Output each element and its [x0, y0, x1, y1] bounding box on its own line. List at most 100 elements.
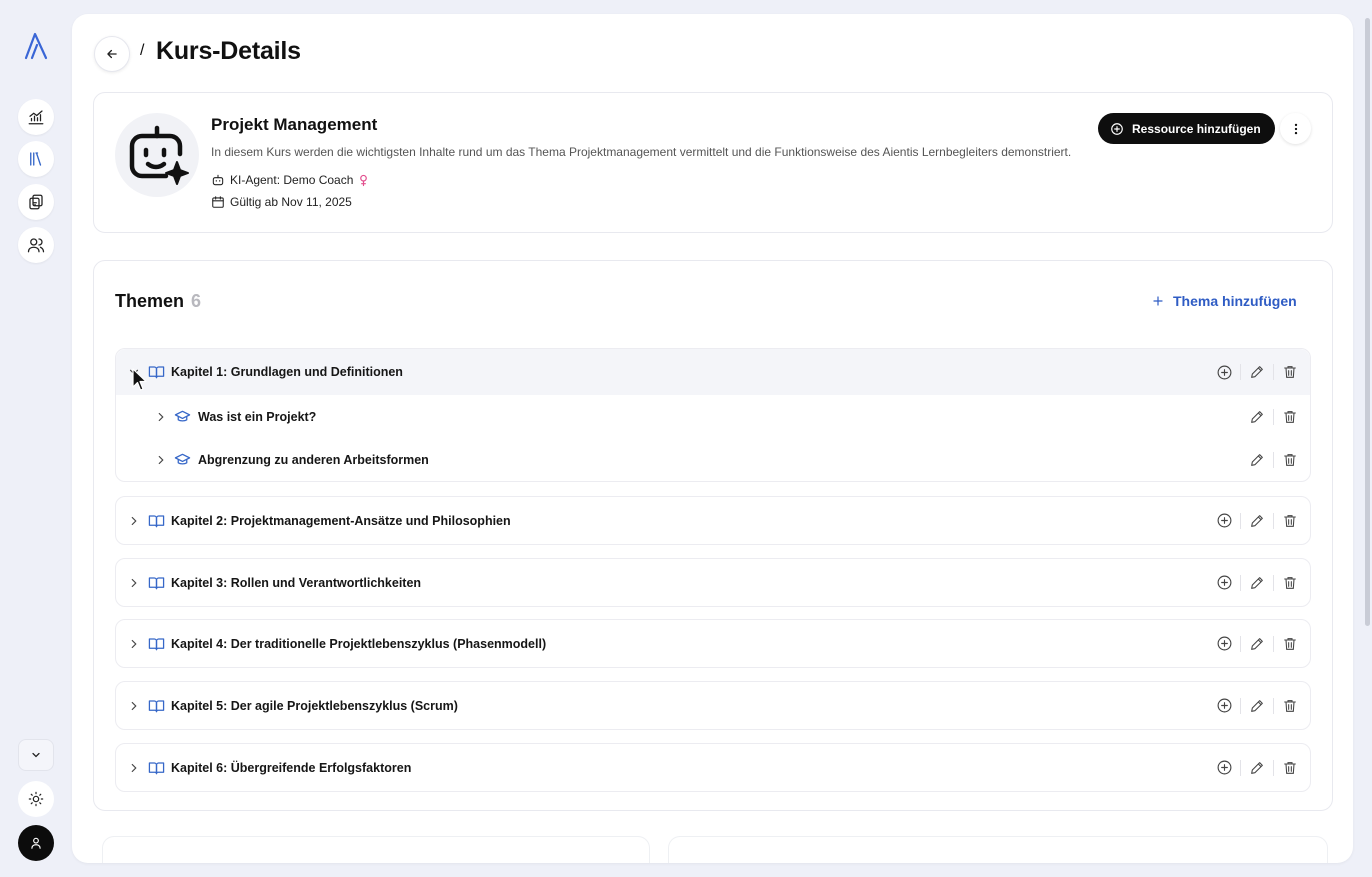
chevron-right-icon[interactable] — [154, 453, 168, 467]
sidebar-collapse-button[interactable] — [18, 739, 54, 771]
add-topic-button[interactable]: Thema hinzufügen — [1152, 293, 1297, 309]
delete-button[interactable] — [1280, 758, 1300, 778]
chapter-title: Kapitel 1: Grundlagen und Definitionen — [171, 365, 403, 379]
course-valid-date: Gültig ab Nov 11, 2025 — [211, 195, 352, 209]
copy-icon — [29, 194, 43, 210]
sidebar — [0, 0, 72, 877]
pencil-icon — [1251, 761, 1263, 774]
plus-circle-icon — [1217, 575, 1231, 590]
delete-button[interactable] — [1280, 450, 1300, 470]
topics-count: 6 — [191, 291, 202, 311]
pencil-icon — [1251, 514, 1263, 527]
chevron-right-icon[interactable] — [127, 576, 141, 590]
course-card: Projekt Management In diesem Kurs werden… — [93, 92, 1333, 233]
graduation-cap-icon — [174, 410, 191, 422]
graduation-cap-icon — [174, 453, 191, 465]
add-subtopic-button[interactable] — [1214, 573, 1234, 593]
chapter-header[interactable]: Kapitel 5: Der agile Projektlebenszyklus… — [116, 682, 1310, 729]
nav-users-button[interactable] — [18, 227, 54, 263]
subtopic-item[interactable]: Was ist ein Projekt? — [116, 395, 1310, 438]
delete-button[interactable] — [1280, 511, 1300, 531]
chevron-right-icon[interactable] — [127, 514, 141, 528]
course-title: Projekt Management — [211, 115, 378, 134]
add-subtopic-button[interactable] — [1214, 758, 1234, 778]
delete-button[interactable] — [1280, 634, 1300, 654]
chapter-header[interactable]: Kapitel 2: Projektmanagement-Ansätze und… — [116, 497, 1310, 544]
delete-button[interactable] — [1280, 362, 1300, 382]
subtopic-title: Abgrenzung zu anderen Arbeitsformen — [198, 452, 429, 467]
mouse-cursor-icon — [132, 368, 147, 391]
add-subtopic-button[interactable] — [1214, 634, 1234, 654]
nav-courses-button[interactable] — [18, 141, 54, 177]
subtopic-item[interactable]: Abgrenzung zu anderen Arbeitsformen — [116, 438, 1310, 481]
valid-label: Gültig ab Nov 11, 2025 — [230, 195, 352, 209]
page-title: Kurs-Details — [156, 37, 301, 65]
chapter-title: Kapitel 3: Rollen und Verantwortlichkeit… — [171, 575, 422, 590]
pencil-icon — [1251, 453, 1263, 466]
chapter-header[interactable]: Kapitel 1: Grundlagen und Definitionen — [116, 349, 1310, 395]
users-icon — [27, 238, 45, 253]
pencil-icon — [1251, 410, 1263, 423]
user-avatar-button[interactable] — [18, 825, 54, 861]
chapter-header[interactable]: Kapitel 3: Rollen und Verantwortlichkeit… — [116, 559, 1310, 606]
chapter-item: Kapitel 2: Projektmanagement-Ansätze und… — [115, 496, 1311, 545]
trash-icon — [1284, 576, 1296, 589]
pencil-icon — [1251, 576, 1263, 589]
trash-icon — [1284, 410, 1296, 423]
aientis-logo-icon[interactable] — [23, 31, 49, 61]
more-options-button[interactable] — [1280, 113, 1311, 144]
chapter-item: Kapitel 5: Der agile Projektlebenszyklus… — [115, 681, 1311, 730]
edit-button[interactable] — [1247, 511, 1267, 531]
topics-heading: Themen 6 — [115, 291, 201, 312]
robot-sparkle-icon — [129, 125, 189, 185]
edit-button[interactable] — [1247, 407, 1267, 427]
plus-circle-icon — [1217, 365, 1231, 379]
edit-button[interactable] — [1247, 573, 1267, 593]
chevron-right-icon[interactable] — [127, 699, 141, 713]
chevron-right-icon[interactable] — [127, 761, 141, 775]
edit-button[interactable] — [1247, 450, 1267, 470]
back-button[interactable] — [94, 36, 130, 72]
chapter-header[interactable]: Kapitel 4: Der traditionelle Projektlebe… — [116, 620, 1310, 667]
delete-button[interactable] — [1280, 573, 1300, 593]
edit-button[interactable] — [1247, 362, 1267, 382]
course-avatar — [115, 113, 199, 197]
user-icon — [31, 837, 41, 849]
chevron-right-icon[interactable] — [154, 410, 168, 424]
add-subtopic-button[interactable] — [1214, 362, 1234, 382]
agent-label: KI-Agent: Demo Coach — [230, 173, 354, 187]
trash-icon — [1284, 699, 1296, 712]
book-open-icon — [148, 514, 165, 527]
pencil-icon — [1251, 699, 1263, 712]
edit-button[interactable] — [1247, 758, 1267, 778]
plus-circle-icon — [1217, 636, 1231, 651]
chevron-down-icon — [32, 752, 40, 758]
subtopic-title: Was ist ein Projekt? — [198, 409, 317, 424]
theme-toggle-button[interactable] — [18, 781, 54, 817]
add-subtopic-button[interactable] — [1214, 696, 1234, 716]
chapter-title: Kapitel 2: Projektmanagement-Ansätze und… — [171, 513, 511, 528]
next-card-right — [668, 836, 1328, 863]
topics-title: Themen — [115, 291, 185, 311]
chevron-right-icon[interactable] — [127, 637, 141, 651]
edit-button[interactable] — [1247, 634, 1267, 654]
delete-button[interactable] — [1280, 407, 1300, 427]
book-open-icon — [148, 699, 165, 712]
edit-button[interactable] — [1247, 696, 1267, 716]
arrow-left-icon — [107, 49, 117, 59]
delete-button[interactable] — [1280, 696, 1300, 716]
page-scrollbar[interactable] — [1365, 18, 1370, 626]
chapter-header[interactable]: Kapitel 6: Übergreifende Erfolgsfaktoren — [116, 744, 1310, 791]
book-open-icon — [148, 761, 165, 774]
chapter-item: Kapitel 4: Der traditionelle Projektlebe… — [115, 619, 1311, 668]
nav-analytics-button[interactable] — [18, 99, 54, 135]
add-resource-button[interactable]: Ressource hinzufügen — [1098, 113, 1275, 144]
trash-icon — [1284, 637, 1296, 650]
nav-resources-button[interactable] — [18, 184, 54, 220]
chapter-title: Kapitel 4: Der traditionelle Projektlebe… — [171, 636, 547, 651]
library-icon — [30, 152, 42, 166]
main-panel: / Kurs-Details Projekt Management In die… — [72, 14, 1353, 863]
chapter-title: Kapitel 6: Übergreifende Erfolgsfaktoren — [171, 760, 412, 775]
course-agent: KI-Agent: Demo Coach — [211, 173, 369, 187]
add-subtopic-button[interactable] — [1214, 511, 1234, 531]
